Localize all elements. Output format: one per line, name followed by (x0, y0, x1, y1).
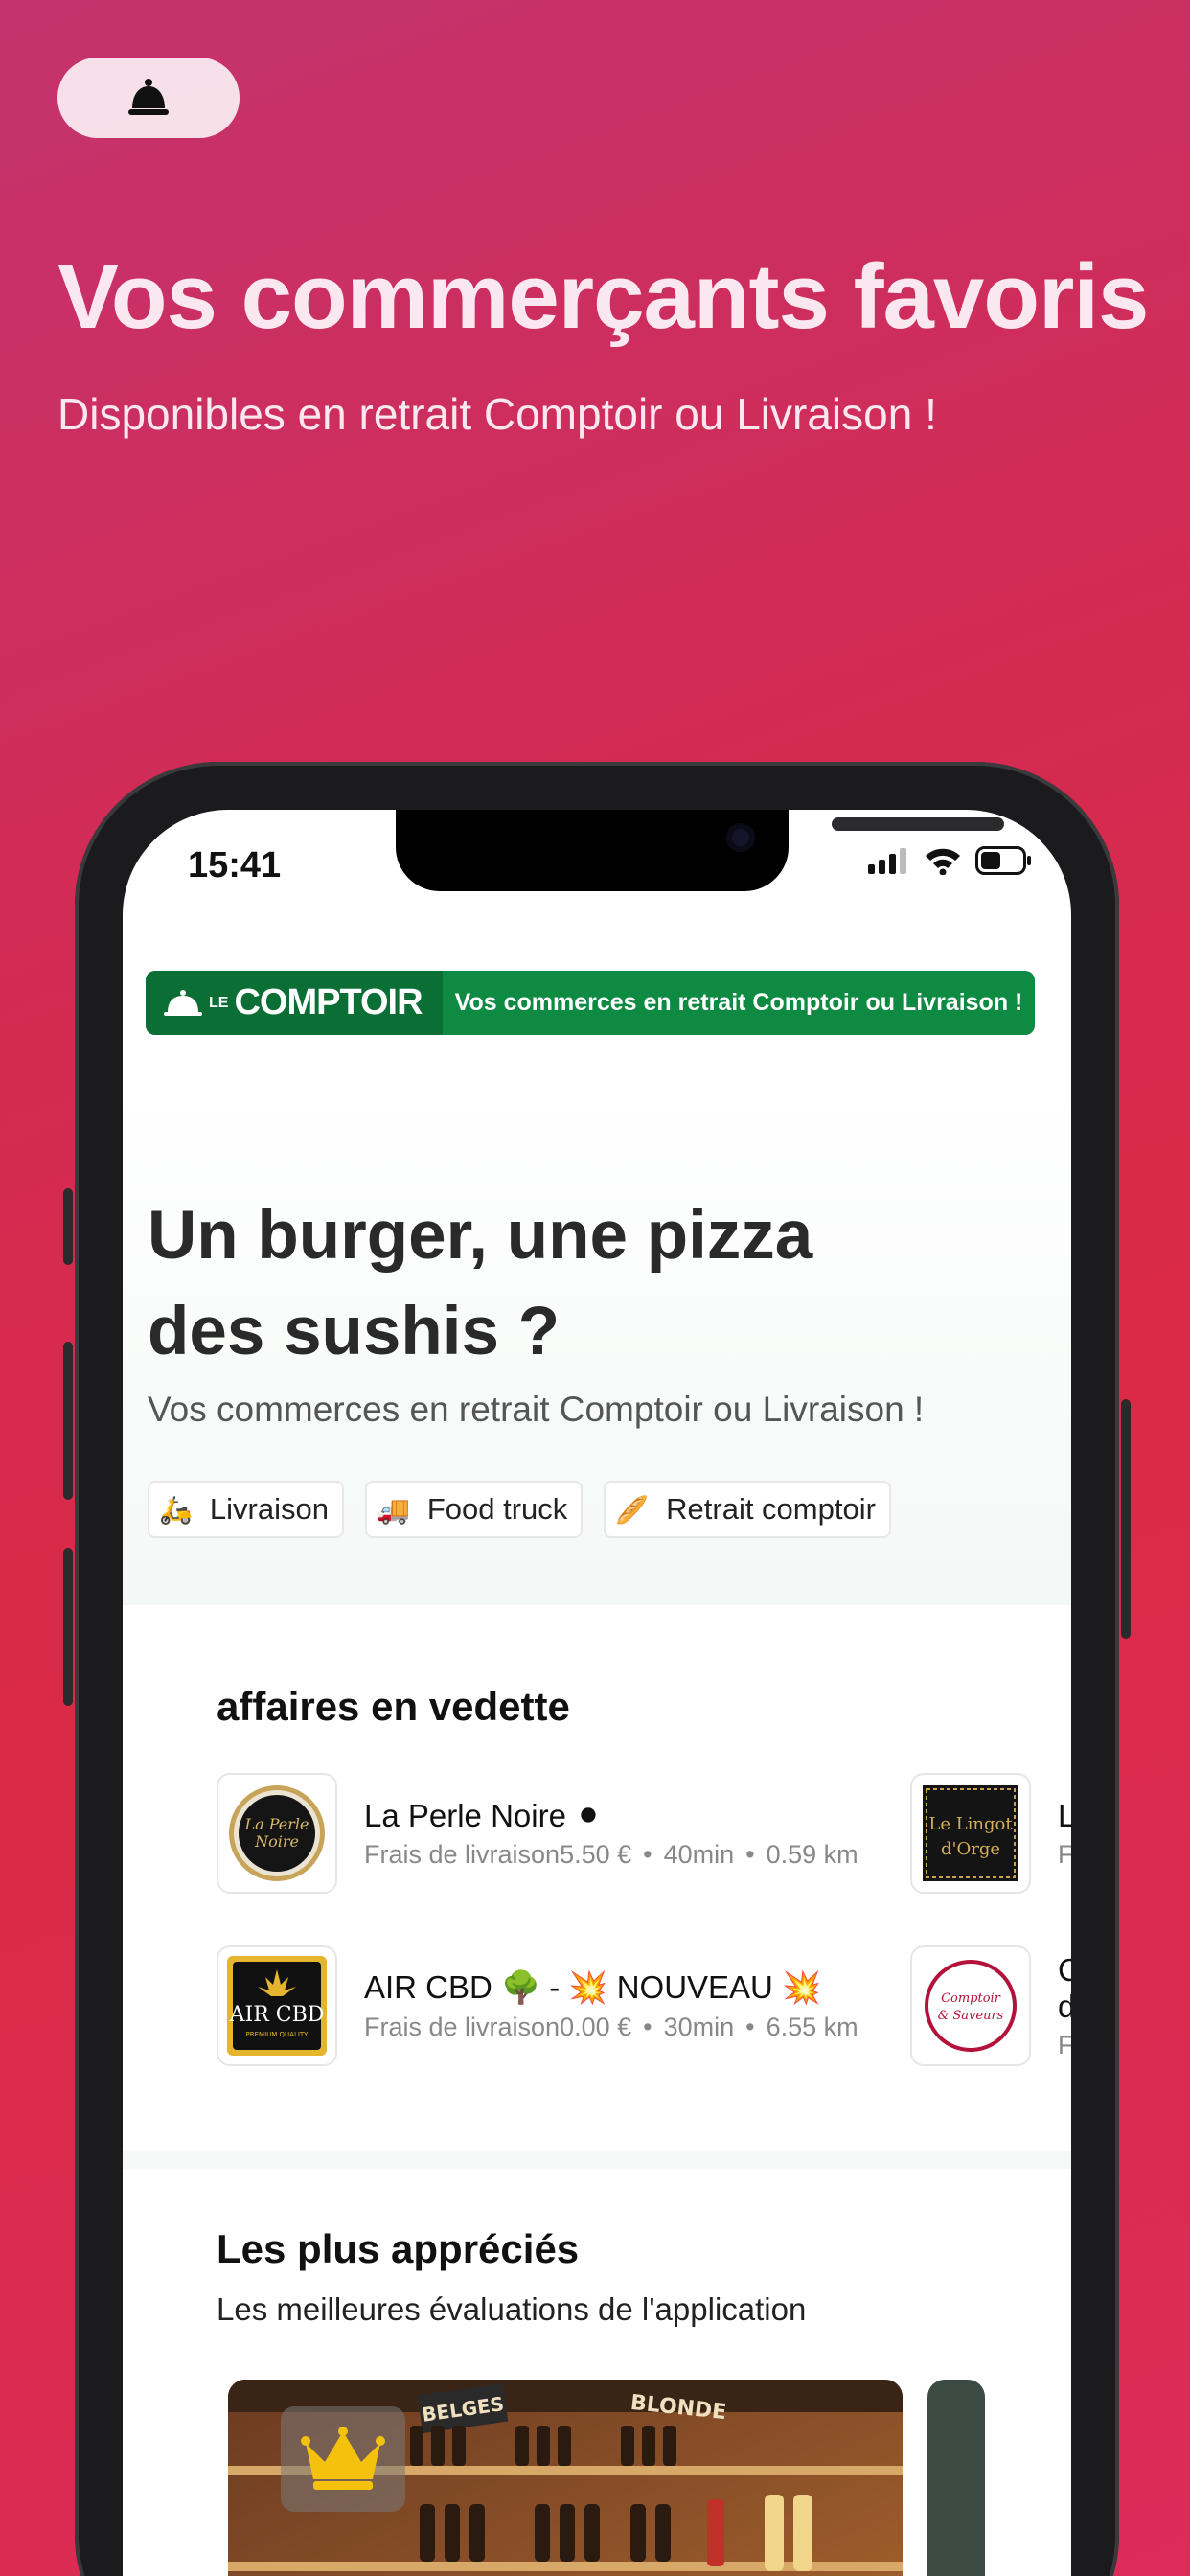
shop-item[interactable]: La Perle Noire La Perle Noire ⚫ Frais de… (217, 1773, 858, 1894)
app-hero-title: Un burger, une pizza des sushis ? (148, 1198, 813, 1369)
service-bell-icon (164, 989, 202, 1016)
delivery-fee-label: Frais de livraison (364, 2012, 561, 2041)
baguette-icon: 🥖 (615, 1494, 650, 1525)
lingot-dorge-logo: Le Lingot d'Orge (923, 1785, 1018, 1881)
distance: 6.55 km (766, 2012, 858, 2041)
speaker (832, 817, 1004, 831)
svg-text:& Saveurs: & Saveurs (938, 2009, 1004, 2023)
delivery-fee-label: Frais de livraison (364, 1840, 561, 1869)
brand-logo: LE COMPTOIR (146, 971, 443, 1035)
mute-switch (63, 1188, 73, 1265)
front-camera (726, 823, 755, 852)
filter-chips: 🛵 Livraison 🚚 Food truck 🥖 Retrait compt… (148, 1481, 891, 1538)
power-button (1121, 1399, 1131, 1639)
shop-info: La Perle Noire ⚫ Frais de livraison5.50 … (364, 1797, 858, 1870)
top-rated-card[interactable]: BELGES BLONDE (228, 2380, 903, 2576)
volume-up-button (63, 1342, 73, 1500)
perle-noire-logo: La Perle Noire (229, 1785, 325, 1881)
top-rated-title: Les plus appréciés (217, 2226, 580, 2271)
top-rated-section: Les plus appréciés Les meilleures évalua… (123, 2169, 1071, 2576)
chip-food-truck[interactable]: 🚚 Food truck (364, 1481, 584, 1538)
shop-info: C d F (1058, 1952, 1071, 2060)
chip-counter-pickup[interactable]: 🥖 Retrait comptoir (604, 1481, 891, 1538)
shop-item-peek[interactable]: Le Lingot d'Orge L F (910, 1773, 1071, 1894)
top-rated-badge (281, 2406, 405, 2512)
shop-name: AIR CBD 🌳 - 💥 NOUVEAU 💥 (364, 1969, 822, 2005)
chip-label: Food truck (426, 1492, 568, 1526)
chip-delivery[interactable]: 🛵 Livraison (148, 1481, 344, 1538)
shop-name: La Perle Noire ⚫ (364, 1798, 602, 1833)
shop-name-peek-line2: d (1058, 1988, 1071, 2024)
section-divider (123, 2151, 1071, 2169)
svg-text:PREMIUM QUALITY: PREMIUM QUALITY (246, 2031, 309, 2038)
brand-tagline: Vos commerces en retrait Comptoir ou Liv… (454, 989, 1023, 1016)
shop-logo: Comptoir & Saveurs (910, 1945, 1031, 2066)
shop-item-peek[interactable]: Comptoir & Saveurs C d F (910, 1945, 1071, 2066)
status-icons (868, 846, 1033, 875)
svg-text:d'Orge: d'Orge (941, 1839, 1000, 1859)
chip-label: Livraison (209, 1492, 329, 1526)
comptoir-saveurs-logo: Comptoir & Saveurs (925, 1960, 1017, 2052)
shop-name-peek: C (1058, 1951, 1071, 1988)
cellular-signal-icon (868, 848, 906, 874)
volume-down-button (63, 1548, 73, 1706)
app-hero: Un burger, une pizza des sushis ? Vos co… (123, 1088, 1071, 1605)
crown-icon (301, 2426, 385, 2490)
svg-text:Comptoir: Comptoir (941, 1991, 1001, 2006)
featured-title: affaires en vedette (217, 1684, 570, 1729)
top-rated-card-peek[interactable] (927, 2380, 985, 2576)
banner-subtitle: Disponibles en retrait Comptoir ou Livra… (57, 389, 937, 439)
featured-section: affaires en vedette La Perle Noire La Pe… (123, 1605, 1071, 2066)
shop-logo: Le Lingot d'Orge (910, 1773, 1031, 1894)
shop-name-peek: L (1058, 1797, 1071, 1833)
chip-label: Retrait comptoir (666, 1492, 876, 1526)
shop-meta: Frais de livraison0.00 € • 30min • 6.55 km (364, 2012, 858, 2041)
shop-logo: AIR CBD PREMIUM QUALITY (217, 1945, 337, 2066)
top-rated-subtitle: Les meilleures évaluations de l'applicat… (217, 2291, 807, 2327)
air-cbd-logo: AIR CBD PREMIUM QUALITY (227, 1956, 327, 2056)
app-screen: 15:41 LE COMPTOIR Vos commerces en retra… (123, 810, 1071, 2576)
shop-info: AIR CBD 🌳 - 💥 NOUVEAU 💥 Frais de livrais… (364, 1969, 858, 2042)
delivery-time: 30min (663, 2012, 735, 2041)
app-hero-subtitle: Vos commerces en retrait Comptoir ou Liv… (148, 1390, 925, 1429)
shop-meta-peek: F (1058, 1839, 1071, 1869)
phone-mockup: 15:41 LE COMPTOIR Vos commerces en retra… (63, 762, 1131, 2576)
bell-icon (128, 79, 169, 115)
brand-le: LE (209, 994, 229, 1011)
shop-meta-peek: F (1058, 2030, 1071, 2059)
svg-text:Le Lingot: Le Lingot (928, 1814, 1013, 1834)
shop-info: L F (1058, 1798, 1071, 1870)
scooter-icon: 🛵 (159, 1494, 193, 1525)
notch (396, 810, 1004, 891)
svg-text:Noire: Noire (254, 1832, 299, 1851)
wifi-icon (926, 848, 960, 875)
truck-icon: 🚚 (376, 1494, 410, 1525)
delivery-time: 40min (663, 1840, 735, 1869)
shop-item[interactable]: AIR CBD PREMIUM QUALITY AIR CBD 🌳 - 💥 NO… (217, 1945, 858, 2066)
distance: 0.59 km (766, 1840, 858, 1869)
status-time: 15:41 (188, 845, 282, 886)
brand-name: COMPTOIR (234, 982, 423, 1023)
delivery-fee: 0.00 € (560, 2012, 632, 2041)
shop-meta: Frais de livraison5.50 € • 40min • 0.59 km (364, 1840, 858, 1869)
battery-icon (975, 846, 1031, 875)
notification-button[interactable] (57, 58, 240, 138)
shop-logo: La Perle Noire (217, 1773, 337, 1894)
banner-title: Vos commerçants favoris (57, 245, 1149, 348)
brand-banner[interactable]: LE COMPTOIR Vos commerces en retrait Com… (146, 971, 1035, 1035)
svg-text:AIR CBD: AIR CBD (229, 2003, 325, 2027)
svg-text:La Perle: La Perle (244, 1815, 309, 1833)
delivery-fee: 5.50 € (560, 1840, 632, 1869)
